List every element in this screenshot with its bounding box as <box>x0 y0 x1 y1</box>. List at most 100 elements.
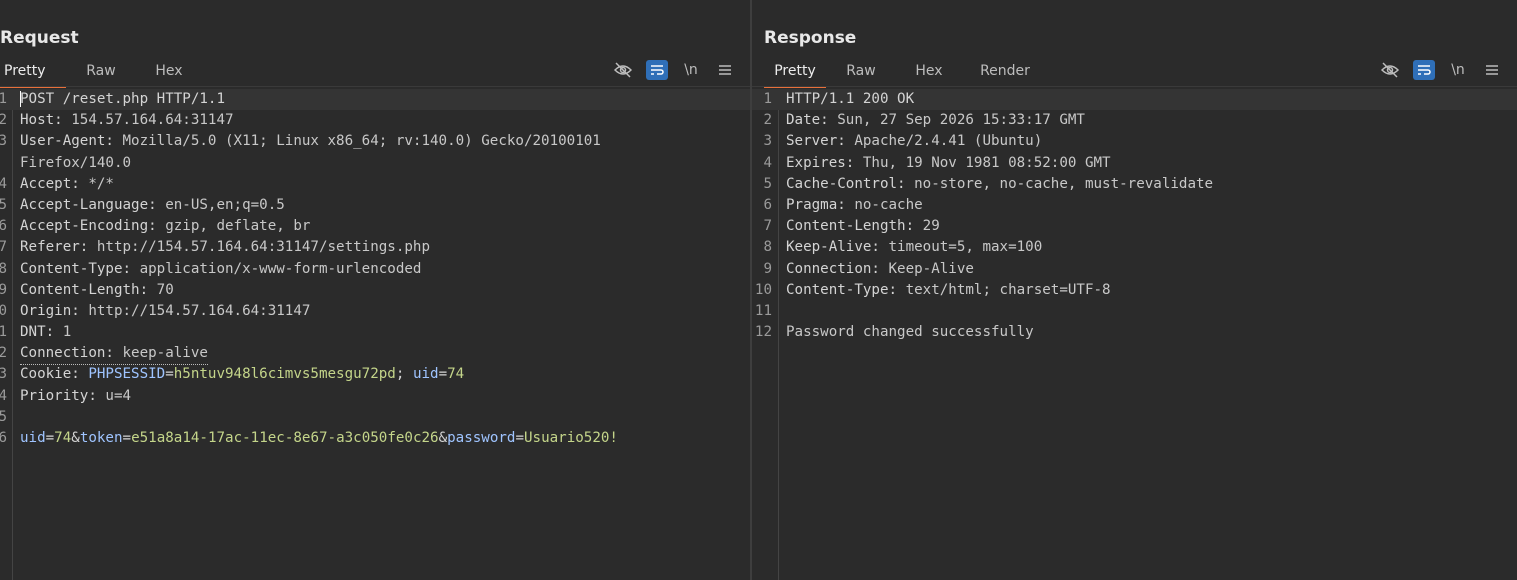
response-line[interactable]: 10 Content-Type: text/html; charset=UTF-8 <box>752 280 1517 301</box>
line-number: 1 <box>0 324 7 341</box>
request-line[interactable]: 1 DNT: 1 <box>0 322 750 343</box>
token: keep-alive <box>122 345 208 362</box>
token: Priority: <box>20 387 106 404</box>
request-line[interactable]: 6 Accept-Encoding: gzip, deflate, br <box>0 216 750 237</box>
token: token <box>79 430 123 446</box>
request-lines: 1 POST /reset.php HTTP/1.1 2 Host: 154.57.1… <box>0 89 750 449</box>
hide-icon[interactable] <box>1379 60 1401 80</box>
line-text: DNT: 1 <box>20 322 71 343</box>
request-line[interactable]: 6 uid=74&token=e51a8a14-17ac-11ec-8e67-a3… <box>0 428 750 449</box>
request-line[interactable]: 1 POST /reset.php HTTP/1.1 <box>0 89 750 111</box>
wrap-icon[interactable] <box>1413 60 1435 80</box>
token: DNT: <box>20 324 63 341</box>
response-tab-pretty[interactable]: Pretty <box>764 58 826 88</box>
line-number: 3 <box>0 366 7 383</box>
token: uid <box>412 366 439 383</box>
line-number: 6 <box>0 218 7 235</box>
token: gzip, deflate, br <box>165 218 311 235</box>
request-tabs: Pretty Raw Hex <box>0 58 202 88</box>
line-text: Date: Sun, 27 Sep 2026 15:33:17 GMT <box>786 110 1085 131</box>
response-tabs: Pretty Raw Hex Render <box>764 58 1048 88</box>
line-text: Referer: http://154.57.164.64:31147/sett… <box>20 237 430 258</box>
response-line[interactable]: 8 Keep-Alive: timeout=5, max=100 <box>752 237 1517 258</box>
response-line[interactable]: 1 HTTP/1.1 200 OK <box>752 89 1517 111</box>
response-line[interactable]: 2 Date: Sun, 27 Sep 2026 15:33:17 GMT <box>752 110 1517 131</box>
request-toolbar: \n <box>600 60 736 80</box>
response-line[interactable]: 7 Content-Length: 29 <box>752 216 1517 237</box>
request-tab-pretty[interactable]: Pretty <box>0 58 66 88</box>
line-text: Password changed successfully <box>786 322 1034 343</box>
token: Accept: <box>20 175 89 192</box>
request-line[interactable]: 5 <box>0 407 750 428</box>
line-number: 8 <box>763 239 772 256</box>
request-line[interactable]: Firefox/140.0 <box>0 153 750 174</box>
response-line[interactable]: 6 Pragma: no-cache <box>752 195 1517 216</box>
wrap-icon[interactable] <box>646 60 668 80</box>
request-line[interactable]: 8 Content-Type: application/x-www-form-ur… <box>0 259 750 280</box>
line-number: 9 <box>763 260 772 277</box>
line-number: 4 <box>0 387 7 404</box>
response-tab-raw[interactable]: Raw <box>826 58 896 86</box>
response-tab-hex[interactable]: Hex <box>896 58 962 86</box>
response-tab-render[interactable]: Render <box>962 58 1048 86</box>
hide-icon[interactable] <box>612 60 634 80</box>
line-number: 5 <box>0 408 7 425</box>
request-line[interactable]: 4 Accept: */* <box>0 174 750 195</box>
line-text: POST /reset.php HTTP/1.1 <box>20 89 225 110</box>
token: Connection: <box>786 260 889 277</box>
line-number: 3 <box>763 133 772 150</box>
line-number: 11 <box>754 302 772 319</box>
token: 1 <box>62 324 72 341</box>
line-number: 7 <box>0 239 7 256</box>
token: Mozilla/5.0 (X11; Linux x86_64; rv:140.0… <box>122 133 601 150</box>
token: PHPSESSID <box>88 366 166 383</box>
response-editor[interactable]: 1 HTTP/1.1 200 OK 2 Date: Sun, 27 Sep 2026 … <box>752 89 1517 580</box>
request-line[interactable]: 0 Origin: http://154.57.164.64:31147 <box>0 301 750 322</box>
line-text: Cookie: PHPSESSID=h5ntuv948l6cimvs5mesgu… <box>20 364 464 385</box>
token: Content-Length: <box>20 281 157 298</box>
token: 29 <box>922 218 940 235</box>
token: Content-Type: <box>786 281 906 298</box>
token: = <box>165 366 174 383</box>
request-editor[interactable]: 1 POST /reset.php HTTP/1.1 2 Host: 154.57.1… <box>0 89 750 580</box>
request-line[interactable]: 2 Connection: keep-alive <box>0 343 750 366</box>
response-line[interactable]: 3 Server: Apache/2.4.41 (Ubuntu) <box>752 131 1517 152</box>
menu-icon[interactable] <box>1481 60 1503 80</box>
request-line[interactable]: 4 Priority: u=4 <box>0 386 750 407</box>
line-text: Origin: http://154.57.164.64:31147 <box>20 301 310 322</box>
response-line[interactable]: 9 Connection: Keep-Alive <box>752 259 1517 280</box>
request-line[interactable]: 5 Accept-Language: en-US,en;q=0.5 <box>0 195 750 216</box>
line-text: Keep-Alive: timeout=5, max=100 <box>786 237 1042 258</box>
line-text: HTTP/1.1 200 OK <box>786 89 914 110</box>
token: Firefox/140.0 <box>20 154 132 171</box>
line-number: 8 <box>0 260 7 277</box>
line-number: 1 <box>0 91 7 107</box>
line-number: 4 <box>763 154 772 171</box>
response-line[interactable]: 4 Expires: Thu, 19 Nov 1981 08:52:00 GMT <box>752 153 1517 174</box>
request-line[interactable]: 3 User-Agent: Mozilla/5.0 (X11; Linux x86… <box>0 131 750 152</box>
token: */* <box>88 175 114 192</box>
newline-toggle[interactable]: \n <box>680 60 702 80</box>
request-tab-raw[interactable]: Raw <box>66 58 136 86</box>
response-line[interactable]: 12 Password changed successfully <box>752 322 1517 343</box>
token: User-Agent: <box>20 133 123 150</box>
request-line[interactable]: 2 Host: 154.57.164.64:31147 <box>0 110 750 131</box>
token: en-US,en;q=0.5 <box>165 196 285 213</box>
line-text: uid=74&token=e51a8a14-17ac-11ec-8e67-a3c… <box>20 428 618 449</box>
token: Password changed successfully <box>786 324 1034 341</box>
line-number: 0 <box>0 302 7 319</box>
menu-icon[interactable] <box>714 60 736 80</box>
request-line[interactable]: 7 Referer: http://154.57.164.64:31147/set… <box>0 237 750 258</box>
request-line[interactable]: 9 Content-Length: 70 <box>0 280 750 301</box>
newline-toggle[interactable]: \n <box>1447 60 1469 80</box>
token: 154.57.164.64:31147 <box>71 112 234 129</box>
token: e51a8a14-17ac-11ec-8e67-a3c050fe0c26 <box>131 430 439 446</box>
response-line[interactable]: 5 Cache-Control: no-store, no-cache, must… <box>752 174 1517 195</box>
line-text: Connection: keep-alive <box>20 343 208 366</box>
request-line[interactable]: 3 Cookie: PHPSESSID=h5ntuv948l6cimvs5mesg… <box>0 364 750 385</box>
response-line[interactable]: 11 <box>752 301 1517 322</box>
token: 70 <box>156 281 174 298</box>
token: ; <box>395 366 413 383</box>
request-tab-hex[interactable]: Hex <box>136 58 202 86</box>
line-text: Accept-Language: en-US,en;q=0.5 <box>20 195 285 216</box>
